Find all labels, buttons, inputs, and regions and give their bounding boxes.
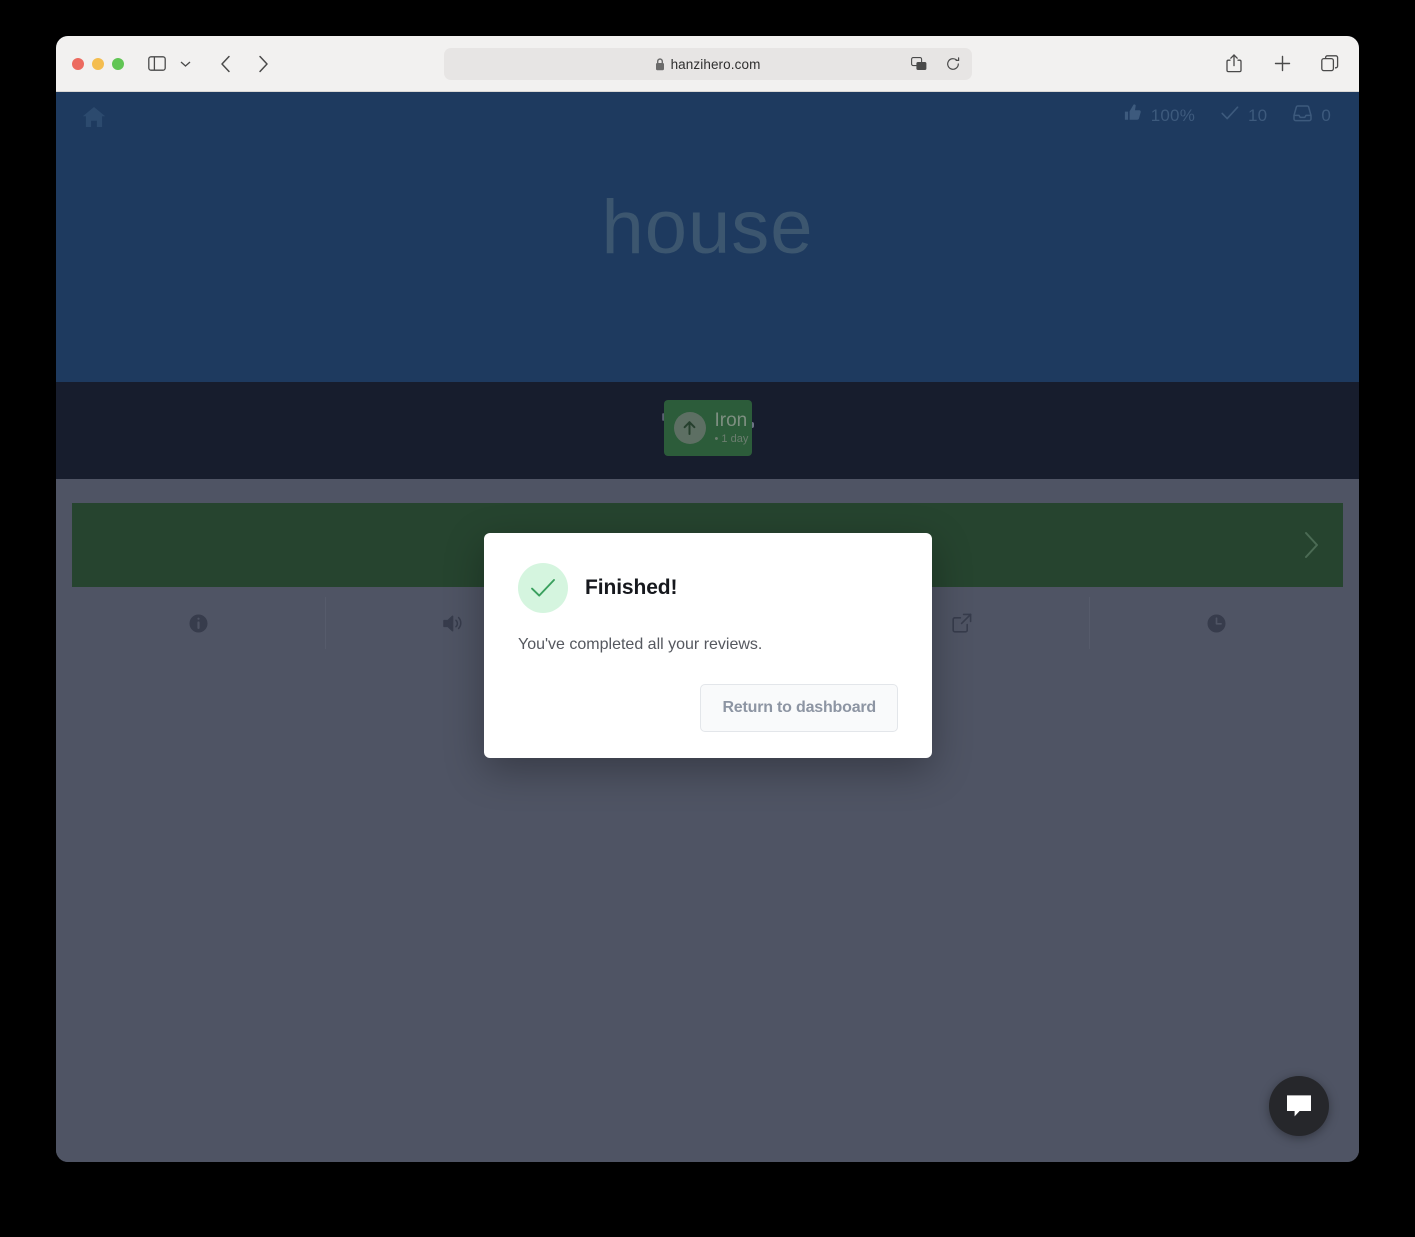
clock-icon xyxy=(1207,614,1226,632)
dialog-actions: Return to dashboard xyxy=(518,684,898,732)
thumbs-up-icon xyxy=(1124,104,1142,127)
home-icon[interactable] xyxy=(82,106,106,133)
minimize-button[interactable] xyxy=(92,57,104,70)
tool-info[interactable] xyxy=(72,597,327,649)
tool-history[interactable] xyxy=(1090,597,1343,649)
review-stats: 100% 10 0 xyxy=(1124,104,1331,127)
plus-icon[interactable] xyxy=(1269,51,1295,77)
close-button[interactable] xyxy=(72,57,84,70)
stat-accuracy: 100% xyxy=(1124,104,1195,127)
inbox-icon xyxy=(1293,104,1313,127)
level-up-badge: Iron • 1 day xyxy=(663,400,752,456)
url-text: hanzihero.com xyxy=(670,56,761,72)
info-icon xyxy=(189,614,208,632)
browser-window: hanzihero.com 100% 10 0 house Iron • 1 d… xyxy=(56,36,1359,1162)
dialog-header: Finished! xyxy=(518,563,898,613)
submit-button[interactable] xyxy=(1289,523,1333,567)
reload-icon[interactable] xyxy=(940,51,966,77)
forward-button[interactable] xyxy=(250,51,276,77)
lock-icon xyxy=(655,57,665,71)
window-controls xyxy=(72,57,124,70)
level-name: Iron xyxy=(714,409,748,431)
arrow-up-icon xyxy=(673,412,706,444)
toolbar-actions xyxy=(1221,36,1343,91)
browser-toolbar: hanzihero.com xyxy=(56,36,1359,92)
speaker-icon xyxy=(442,615,462,631)
level-duration: • 1 day xyxy=(714,432,749,445)
chat-button[interactable] xyxy=(1269,1076,1329,1136)
stat-remaining-value: 0 xyxy=(1321,105,1331,125)
chevron-down-icon[interactable] xyxy=(172,51,198,77)
share-icon[interactable] xyxy=(1221,51,1247,77)
review-header: 100% 10 0 house xyxy=(56,92,1359,382)
address-bar-actions xyxy=(906,48,966,80)
finished-dialog: Finished! You've completed all your revi… xyxy=(484,533,932,758)
back-button[interactable] xyxy=(212,51,238,77)
stat-accuracy-value: 100% xyxy=(1150,105,1196,125)
external-link-icon xyxy=(952,613,972,633)
return-to-dashboard-button[interactable]: Return to dashboard xyxy=(700,684,898,732)
stat-remaining: 0 xyxy=(1293,104,1331,127)
sidebar-icon[interactable] xyxy=(144,51,170,77)
chat-bubble-icon xyxy=(1287,1095,1311,1117)
zoom-button[interactable] xyxy=(112,57,124,70)
check-icon xyxy=(518,563,568,613)
dialog-message: You've completed all your reviews. xyxy=(518,636,763,653)
tab-overview-icon[interactable] xyxy=(1317,51,1343,77)
address-bar[interactable]: hanzihero.com xyxy=(443,48,972,80)
stat-completed: 10 xyxy=(1221,105,1267,126)
translate-icon[interactable] xyxy=(906,51,932,77)
dialog-title: Finished! xyxy=(585,576,678,599)
check-icon xyxy=(1221,105,1239,126)
page-title: house xyxy=(601,185,814,270)
stat-completed-value: 10 xyxy=(1248,105,1268,125)
